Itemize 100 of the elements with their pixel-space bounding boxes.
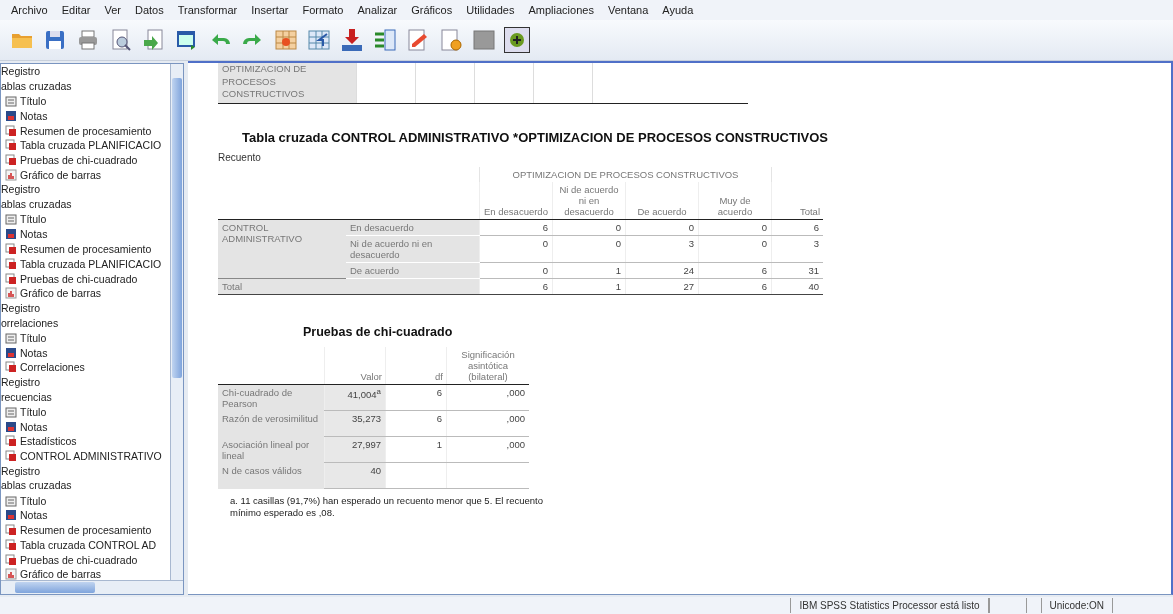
tree-item[interactable]: Tabla cruzada PLANIFICACIO — [20, 139, 162, 152]
down-arrow-table-icon[interactable] — [340, 28, 364, 52]
table-title: Tabla cruzada CONTROL ADMINISTRATIVO *OPTIMIZACION DE PROCESOS CONSTRUCTIVOS — [242, 129, 829, 145]
scrollbar[interactable] — [170, 64, 183, 581]
encoding-status: Unicode:ON — [1040, 598, 1113, 613]
tree-item[interactable]: Título — [20, 213, 47, 226]
notepad-icon — [5, 420, 17, 433]
tree-item[interactable]: Resumen de procesamiento — [20, 124, 152, 137]
bar-chart-icon — [5, 568, 17, 581]
table-cell: 6 — [479, 219, 553, 235]
table-icon — [5, 553, 17, 566]
document-arrow-icon[interactable] — [142, 28, 166, 52]
menu-item[interactable]: Archivo — [4, 2, 55, 18]
tree-item[interactable]: Título — [20, 331, 47, 344]
table-cell: 35,273 — [324, 410, 386, 437]
column-header: Total — [799, 205, 820, 217]
table-cell: 0 — [479, 235, 553, 262]
row-header: N de casos válidos — [218, 462, 325, 489]
tree-item[interactable]: ablas cruzadas — [1, 197, 72, 212]
column-header: En desacuerdo — [484, 205, 548, 217]
row-header: Ni de acuerdo ni en desacuerdo — [346, 235, 480, 262]
menu-item[interactable]: Ventana — [600, 2, 656, 18]
table-cell: 0 — [698, 219, 772, 235]
table-subtitle: Recuento — [218, 151, 262, 163]
tree-item[interactable]: ablas cruzadas — [1, 478, 72, 494]
tree-item[interactable]: orrelaciones — [1, 315, 59, 331]
table-cell: 27,997 — [324, 436, 386, 463]
tree-item[interactable]: Título — [20, 95, 47, 107]
tree-item[interactable]: Notas — [20, 346, 48, 359]
row-header: Asociación lineal por lineal — [218, 436, 325, 463]
tree-item[interactable]: recuencias — [1, 389, 52, 405]
table-cell: 6 — [698, 262, 772, 278]
menu-item[interactable]: Ayuda — [655, 2, 701, 18]
scrollbar[interactable] — [1, 580, 183, 594]
column-header: df — [435, 370, 443, 382]
menu-item[interactable]: Insertar — [244, 2, 296, 18]
tree-item[interactable]: Resumen de procesamiento — [20, 242, 152, 255]
document-icon — [5, 494, 17, 507]
tree-item[interactable]: Registro — [1, 182, 41, 198]
column-header: Significación asintótica (bilateral) — [461, 348, 515, 382]
notepad-icon — [5, 509, 17, 522]
table-cell: 40 — [771, 278, 823, 294]
list-icon[interactable] — [373, 28, 397, 52]
table-cell: 3 — [625, 235, 699, 262]
row-header: Chi-cuadrado de Pearson — [218, 384, 325, 411]
table-cell: 27 — [625, 278, 699, 294]
document-icon — [5, 95, 17, 107]
table-cell: 31 — [771, 262, 823, 278]
tree-item[interactable]: Notas — [20, 228, 48, 241]
tree-item[interactable]: Gráfico de barras — [20, 568, 102, 581]
menu-item[interactable]: Formato — [295, 2, 351, 18]
tree-item[interactable]: Gráfico de barras — [20, 287, 102, 300]
table-cell: 0 — [698, 235, 772, 262]
table-icon[interactable] — [274, 28, 298, 52]
menu-item[interactable]: Datos — [127, 2, 171, 18]
square-icon[interactable] — [472, 28, 496, 52]
tree-item[interactable]: Pruebas de chi-cuadrado — [20, 154, 138, 167]
tree-item[interactable]: Título — [20, 405, 47, 418]
table-cell: 40 — [324, 462, 386, 489]
magnifier-document-icon[interactable] — [109, 28, 133, 52]
tree-item[interactable]: Notas — [20, 509, 48, 522]
menu-item[interactable]: Ver — [97, 2, 128, 18]
tree-item[interactable]: Título — [20, 494, 47, 507]
menu-item[interactable]: Utilidades — [459, 2, 522, 18]
tree-item[interactable]: Registro — [1, 374, 41, 390]
tree-item[interactable]: CONTROL ADMINISTRATIVO — [20, 450, 162, 463]
table-cell: 6 — [385, 410, 447, 437]
tree-item[interactable]: Tabla cruzada CONTROL AD — [20, 538, 157, 551]
tree-item[interactable]: Registro — [1, 463, 41, 479]
tree-item[interactable]: Correlaciones — [20, 361, 85, 374]
table-cell: 0 — [625, 219, 699, 235]
printer-icon[interactable] — [76, 28, 100, 52]
status-panel — [988, 598, 1027, 613]
tree-item[interactable]: Registro — [1, 300, 41, 316]
document-icon — [5, 213, 17, 226]
table-icon — [5, 257, 17, 270]
menu-item[interactable]: Editar — [54, 2, 98, 18]
menu-item[interactable]: Analizar — [350, 2, 405, 18]
tree-item[interactable]: Tabla cruzada PLANIFICACIO — [20, 257, 162, 270]
tree-item[interactable]: Registro — [1, 64, 41, 79]
tree-item[interactable]: Resumen de procesamiento — [20, 524, 152, 537]
table-arrow-icon[interactable] — [307, 28, 331, 52]
menu-item[interactable]: Ampliaciones — [521, 2, 601, 18]
tree-item[interactable]: Pruebas de chi-cuadrado — [20, 272, 138, 285]
table-cell: 0 — [552, 219, 626, 235]
menu-item[interactable]: Transformar — [170, 2, 245, 18]
document-pencil-icon[interactable] — [406, 28, 430, 52]
table-cell: 1 — [385, 436, 447, 463]
menu-item[interactable]: Gráficos — [404, 2, 460, 18]
tree-item[interactable]: Notas — [20, 420, 48, 433]
table-icon — [5, 242, 17, 255]
document-icon — [5, 405, 17, 418]
plus-icon[interactable] — [505, 28, 529, 52]
tree-item[interactable]: Estadísticos — [20, 435, 77, 448]
row-header: Total — [218, 278, 480, 294]
table-cell: 0 — [552, 235, 626, 262]
tree-item[interactable]: Gráfico de barras — [20, 168, 102, 181]
tree-item[interactable]: ablas cruzadas — [1, 78, 72, 94]
tree-item[interactable]: Notas — [20, 109, 48, 122]
tree-item[interactable]: Pruebas de chi-cuadrado — [20, 553, 138, 566]
